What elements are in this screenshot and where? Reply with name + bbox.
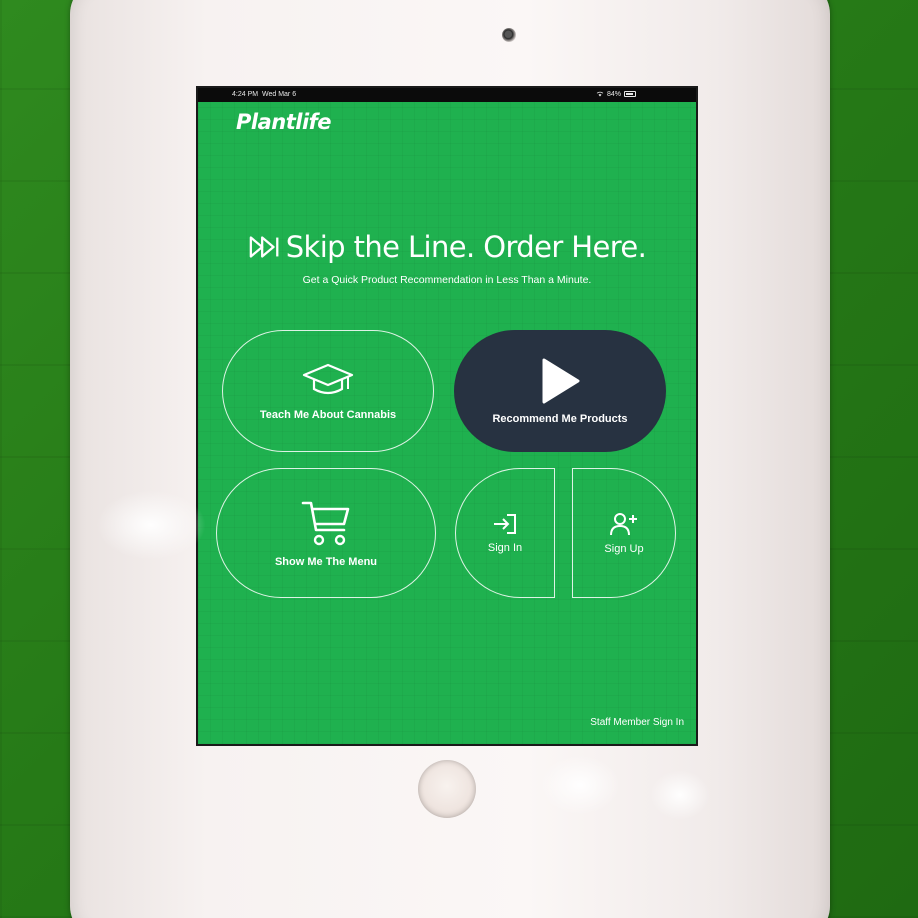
staff-sign-in-link[interactable]: Staff Member Sign In (590, 717, 684, 728)
status-right: 84% (596, 88, 636, 102)
wifi-icon (596, 91, 604, 97)
front-camera (502, 28, 516, 42)
page-title: Skip the Line. Order Here. (198, 230, 696, 264)
sign-up-button[interactable]: Sign Up (572, 468, 676, 598)
tablet-screen: 4:24 PM Wed Mar 6 84% Plantlife Skip the… (196, 86, 698, 746)
play-icon (542, 358, 580, 404)
shopping-cart-icon (301, 501, 350, 546)
fast-forward-icon (249, 236, 279, 258)
status-time: 4:24 PM (232, 91, 259, 98)
battery-percent: 84% (606, 91, 621, 98)
status-bar: 4:24 PM Wed Mar 6 84% (198, 88, 696, 102)
sign-in-button[interactable]: Sign In (455, 468, 555, 598)
add-user-icon (610, 513, 637, 536)
sign-in-label: Sign In (487, 542, 523, 554)
graduation-cap-icon (302, 363, 354, 395)
show-menu-label: Show Me The Menu (274, 556, 378, 568)
status-date: Wed Mar 6 (262, 91, 297, 98)
headline-text: Skip the Line. Order Here. (285, 230, 647, 264)
home-button[interactable] (418, 760, 476, 818)
recommend-products-button[interactable]: Recommend Me Products (454, 330, 666, 452)
page-subtitle: Get a Quick Product Recommendation in Le… (302, 274, 592, 286)
teach-me-button[interactable]: Teach Me About Cannabis (222, 330, 434, 452)
teach-me-label: Teach Me About Cannabis (259, 409, 397, 421)
sign-in-icon (494, 514, 516, 534)
recommend-products-label: Recommend Me Products (492, 413, 628, 425)
brand-logo: Plantlife (236, 110, 332, 134)
show-menu-button[interactable]: Show Me The Menu (216, 468, 436, 598)
sign-up-label: Sign Up (604, 543, 644, 555)
battery-icon (624, 91, 636, 98)
